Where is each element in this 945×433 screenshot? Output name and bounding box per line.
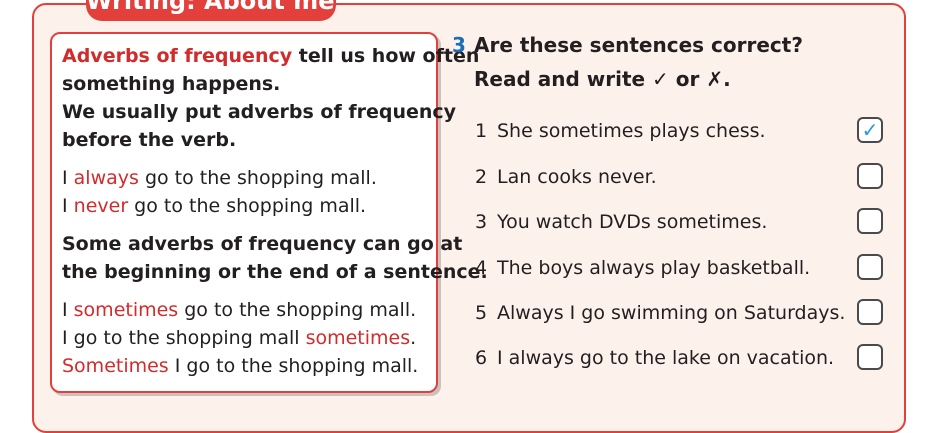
grammar-line: I always go to the shopping mall. [62, 164, 377, 192]
exercise-item: 4 The boys always play basketball. [475, 253, 885, 283]
exercise-instruction: Are these sentences correct? [474, 33, 803, 57]
grammar-text: go to the shopping mall. [178, 299, 417, 321]
grammar-text: I go to the shopping mall. [168, 355, 419, 377]
item-sentence: Lan cooks never. [497, 166, 657, 188]
section-banner: Writing: About me! [86, 0, 336, 21]
adverb-highlight: Sometimes [62, 355, 169, 377]
item-sentence: You watch DVDs sometimes. [497, 211, 768, 233]
item-number: 6 [475, 347, 488, 369]
grammar-text: before the verb. [62, 129, 237, 151]
item-number: 4 [475, 257, 488, 279]
adverb-highlight: never [73, 195, 129, 217]
exercise-item: 1 She sometimes plays chess. ✓ [475, 116, 885, 146]
grammar-text: Some adverbs of frequency can go at [62, 233, 463, 255]
adverb-highlight: sometimes [73, 299, 179, 321]
item-number: 1 [475, 120, 488, 142]
grammar-box: Adverbs of frequency tell us how often so… [50, 32, 488, 393]
answer-box[interactable] [857, 344, 883, 370]
exercise-item: 3 You watch DVDs sometimes. [475, 207, 885, 237]
grammar-line: something happens. [62, 70, 280, 98]
item-number: 5 [475, 302, 488, 324]
grammar-text: something happens. [62, 73, 281, 95]
exercise-item: 6 I always go to the lake on vacation. [475, 343, 885, 373]
answer-box[interactable] [857, 254, 883, 280]
grammar-text: I [62, 195, 74, 217]
grammar-line: I never go to the shopping mall. [62, 192, 366, 220]
item-number: 2 [475, 166, 488, 188]
item-number: 3 [475, 211, 488, 233]
item-sentence: Always I go swimming on Saturdays. [497, 302, 846, 324]
grammar-text: go to the shopping mall. [128, 195, 367, 217]
grammar-text: I [62, 299, 74, 321]
item-sentence: She sometimes plays chess. [497, 120, 766, 142]
answer-box-checked[interactable]: ✓ [857, 117, 883, 143]
grammar-line: I sometimes go to the shopping mall. [62, 296, 416, 324]
exercise-instruction-sub: Read and write ✓ or ✗. [474, 67, 731, 91]
item-sentence: The boys always play basketball. [497, 257, 811, 279]
grammar-text: We usually put adverbs of frequency [62, 101, 457, 123]
grammar-text: . [410, 327, 417, 349]
grammar-text: the beginning or the end of a sentence. [62, 261, 488, 283]
grammar-line: before the verb. [62, 126, 236, 154]
grammar-text: I [62, 167, 74, 189]
adverb-highlight: Adverbs of frequency [62, 45, 293, 67]
exercise-item: 5 Always I go swimming on Saturdays. [475, 298, 885, 328]
exercise-item: 2 Lan cooks never. [475, 162, 885, 192]
item-sentence: I always go to the lake on vacation. [497, 347, 835, 369]
grammar-line: Adverbs of frequency tell us how often [62, 42, 479, 70]
grammar-text: go to the shopping mall. [138, 167, 377, 189]
grammar-line: Sometimes I go to the shopping mall. [62, 352, 418, 380]
answer-box[interactable] [857, 299, 883, 325]
grammar-line: Some adverbs of frequency can go at [62, 230, 462, 258]
adverb-highlight: always [73, 167, 139, 189]
grammar-line: We usually put adverbs of frequency [62, 98, 456, 126]
grammar-line: I go to the shopping mall sometimes. [62, 324, 416, 352]
grammar-text: I go to the shopping mall [62, 327, 306, 349]
exercise-number: 3 [452, 33, 466, 57]
answer-box[interactable] [857, 208, 883, 234]
answer-box[interactable] [857, 163, 883, 189]
adverb-highlight: sometimes [305, 327, 411, 349]
grammar-line: the beginning or the end of a sentence. [62, 258, 488, 286]
